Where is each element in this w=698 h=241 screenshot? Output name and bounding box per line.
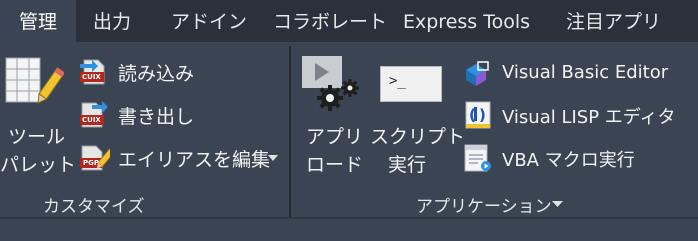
cuix-badge-export: CUIX	[82, 116, 101, 124]
vba-macro-icon	[464, 144, 491, 172]
visual-basic-editor-icon	[466, 61, 489, 86]
run-script-button[interactable]: >_ スクリプト 実行	[368, 52, 465, 182]
vba-macro-run-button[interactable]: VBA マクロ実行	[462, 142, 692, 174]
script-prompt: >_	[389, 73, 406, 89]
run-script-label-1: スクリプト	[370, 126, 466, 148]
vba-macro-label: VBA マクロ実行	[502, 150, 635, 171]
applications-panel-title: アプリケーション	[416, 197, 552, 217]
tab-addins[interactable]: アドイン	[171, 0, 247, 42]
visual-basic-editor-button[interactable]: Visual Basic Editor	[462, 58, 692, 90]
vlisp-editor-label: Visual LISP エディタ	[502, 107, 676, 128]
tool-palette-label-1: ツール	[8, 126, 66, 148]
load-app-label-2: ロード	[306, 154, 364, 176]
tool-palette-icon	[5, 57, 64, 104]
pgp-badge: PGP	[83, 159, 100, 167]
tool-palette-button[interactable]: ツール パレット	[0, 50, 76, 180]
tab-collaborate[interactable]: コラボレート	[273, 0, 387, 42]
edit-aliases-button[interactable]: PGP エイリアスを編集	[78, 142, 283, 176]
chevron-down-icon	[552, 201, 563, 207]
load-application-button[interactable]: アプリ ロード	[298, 52, 364, 182]
ribbon-tab-bar: 管理 出力 アドイン コラボレート Express Tools 注目アプリ	[0, 0, 698, 42]
visual-lisp-icon: ( )	[465, 101, 491, 129]
svg-text:): )	[479, 106, 486, 124]
cuix-export-icon	[80, 101, 108, 128]
import-label: 読み込み	[118, 63, 195, 85]
export-button[interactable]: CUIX 書き出し	[78, 99, 208, 133]
load-app-label-1: アプリ	[306, 126, 364, 148]
run-script-icon: >_	[380, 66, 442, 102]
vba-editor-label: Visual Basic Editor	[502, 62, 669, 83]
edit-aliases-label: エイリアスを編集	[118, 149, 271, 171]
export-label: 書き出し	[118, 106, 195, 128]
applications-panel-title-button[interactable]: アプリケーション	[416, 190, 576, 217]
cuix-badge-import: CUIX	[82, 73, 101, 81]
tab-featured-apps[interactable]: 注目アプリ	[566, 0, 661, 42]
tab-manage[interactable]: 管理	[0, 0, 76, 42]
tab-express-tools[interactable]: Express Tools	[403, 0, 530, 42]
panel-divider	[289, 46, 291, 218]
visual-lisp-editor-button[interactable]: ( ) Visual LISP エディタ	[462, 99, 692, 131]
load-application-icon	[302, 56, 359, 111]
chevron-down-icon[interactable]	[268, 154, 278, 162]
cuix-import-icon	[80, 59, 105, 85]
customize-panel-title[interactable]: カスタマイズ	[43, 192, 145, 217]
pgp-alias-icon	[80, 145, 110, 171]
import-button[interactable]: CUIX 読み込み	[78, 56, 208, 90]
tool-palette-label-2: パレット	[0, 154, 77, 176]
tab-output[interactable]: 出力	[93, 0, 131, 42]
panel-title-separator	[0, 217, 698, 219]
run-script-label-2: 実行	[388, 154, 427, 176]
